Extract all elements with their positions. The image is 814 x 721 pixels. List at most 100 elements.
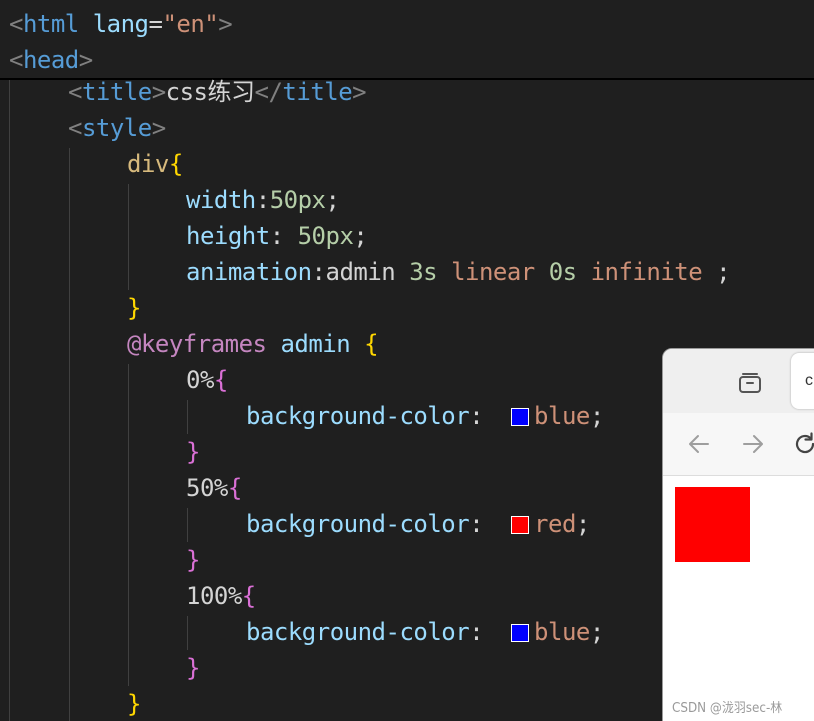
- browser-tab[interactable]: c: [791, 353, 814, 409]
- code-line-html[interactable]: <html lang="en">: [9, 6, 233, 42]
- equals-sign: =: [148, 10, 163, 38]
- colon: :: [311, 258, 326, 286]
- code-line-keyframe-50-close[interactable]: }: [186, 542, 200, 578]
- css-property: background-color: [246, 618, 470, 646]
- keyframe-selector: 50%: [186, 474, 228, 502]
- css-property: background-color: [246, 402, 470, 430]
- animation-name-value: admin: [325, 258, 396, 286]
- keyframe-selector: 100%: [186, 582, 242, 610]
- code-line-div-close[interactable]: }: [127, 290, 141, 326]
- animation-iteration-value: infinite: [590, 258, 703, 286]
- reload-icon[interactable]: [791, 430, 814, 458]
- tag-name: html: [22, 10, 79, 38]
- tag-bracket: >: [352, 78, 367, 106]
- indent-guide: [69, 148, 70, 721]
- css-value: 50px: [297, 222, 354, 250]
- attribute-name: lang: [92, 10, 149, 38]
- tag-bracket: >: [218, 10, 233, 38]
- code-line-head[interactable]: <head>: [9, 42, 93, 78]
- css-value: 50px: [269, 186, 326, 214]
- at-rule-keyword: @keyframes: [127, 330, 267, 358]
- tag-name: title: [282, 78, 353, 106]
- color-swatch[interactable]: [511, 408, 530, 426]
- tag-bracket: </: [254, 78, 283, 106]
- code-line-animation[interactable]: animation:admin 3s linear 0s infinite ;: [186, 254, 731, 290]
- title-text: css练习: [165, 78, 255, 106]
- code-line-keyframes[interactable]: @keyframes admin {: [127, 326, 379, 362]
- code-line-width[interactable]: width:50px;: [186, 182, 340, 218]
- indent-guide: [187, 400, 188, 434]
- attribute-value: "en": [162, 10, 219, 38]
- code-line-keyframe-0[interactable]: 0%{: [186, 362, 228, 398]
- css-selector: div: [127, 150, 169, 178]
- tag-bracket: <: [68, 114, 82, 142]
- brace: {: [168, 150, 183, 178]
- semicolon: ;: [353, 222, 368, 250]
- keyframe-selector: 0%: [186, 366, 214, 394]
- indent-guide: [187, 508, 188, 542]
- animation-timing-value: linear: [451, 258, 535, 286]
- semicolon: ;: [589, 402, 604, 430]
- colon: :: [255, 186, 270, 214]
- css-property: background-color: [246, 510, 470, 538]
- code-line-keyframes-close[interactable]: }: [127, 686, 141, 721]
- csdn-watermark: CSDN @泷羽sec-林: [672, 701, 783, 716]
- page-viewport: [663, 476, 814, 721]
- css-value: blue: [534, 618, 590, 646]
- back-arrow-icon[interactable]: [685, 430, 713, 458]
- color-swatch[interactable]: [511, 624, 530, 642]
- css-property: height: [186, 222, 270, 250]
- colon: :: [469, 510, 484, 538]
- semicolon: ;: [716, 258, 731, 286]
- tab-overview-icon[interactable]: [737, 369, 763, 395]
- indent-guide: [128, 184, 129, 290]
- animated-div-box: [675, 487, 750, 562]
- code-line-keyframe-50-background[interactable]: background-color: red;: [246, 506, 590, 542]
- css-property: width: [186, 186, 256, 214]
- brace: }: [127, 690, 141, 718]
- browser-tab-bar: c: [663, 349, 814, 413]
- semicolon: ;: [325, 186, 340, 214]
- tag-name: style: [81, 114, 152, 142]
- screenshot: <html lang="en"> <head> <title>css练习</ti…: [0, 0, 814, 721]
- forward-arrow-icon[interactable]: [739, 430, 767, 458]
- tag-name: head: [22, 46, 79, 74]
- code-line-title[interactable]: <title>css练习</title>: [68, 74, 367, 110]
- code-line-keyframe-0-close[interactable]: }: [186, 434, 200, 470]
- code-line-height[interactable]: height: 50px;: [186, 218, 368, 254]
- code-line-keyframe-50[interactable]: 50%{: [186, 470, 242, 506]
- code-line-style[interactable]: <style>: [68, 110, 166, 146]
- code-line-div-selector[interactable]: div{: [127, 146, 183, 182]
- brace: }: [186, 654, 200, 682]
- brace: {: [213, 366, 228, 394]
- brace: }: [186, 438, 200, 466]
- brace: }: [127, 294, 141, 322]
- colon: :: [469, 618, 484, 646]
- indent-guide: [128, 364, 129, 686]
- code-line-keyframe-100-close[interactable]: }: [186, 650, 200, 686]
- brace: {: [364, 330, 379, 358]
- tag-bracket: >: [78, 46, 93, 74]
- color-swatch[interactable]: [511, 516, 530, 534]
- browser-toolbar: [663, 413, 814, 476]
- code-line-keyframe-100-background[interactable]: background-color: blue;: [246, 614, 604, 650]
- tag-bracket: >: [151, 78, 166, 106]
- brace: {: [227, 474, 242, 502]
- animation-duration-value: 3s: [409, 258, 438, 286]
- indent-guide: [187, 616, 188, 650]
- tag-name: title: [81, 78, 152, 106]
- css-value: red: [534, 510, 576, 538]
- brace: {: [241, 582, 256, 610]
- tag-bracket: <: [9, 46, 23, 74]
- code-line-keyframe-0-background[interactable]: background-color: blue;: [246, 398, 604, 434]
- tag-bracket: <: [9, 10, 23, 38]
- code-line-keyframe-100[interactable]: 100%{: [186, 578, 256, 614]
- keyframes-name: admin: [280, 330, 351, 358]
- animation-delay-value: 0s: [548, 258, 577, 286]
- semicolon: ;: [589, 618, 604, 646]
- semicolon: ;: [575, 510, 590, 538]
- css-value: blue: [534, 402, 590, 430]
- browser-preview-window[interactable]: c: [662, 348, 814, 721]
- indent-guide: [9, 80, 10, 721]
- tag-bracket: >: [151, 114, 166, 142]
